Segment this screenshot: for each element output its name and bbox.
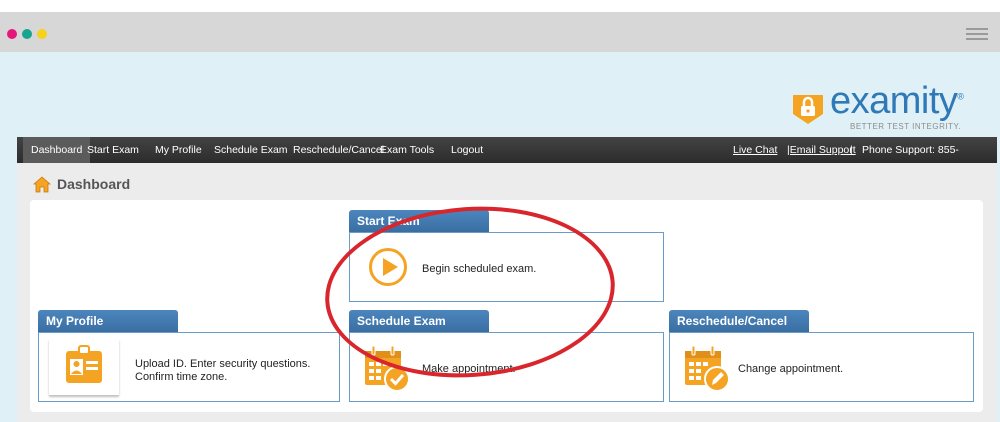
registered-mark: ® <box>957 91 964 102</box>
live-chat-link[interactable]: Live Chat <box>733 137 777 163</box>
nav-exam-tools[interactable]: Exam Tools <box>372 137 442 163</box>
logo-wordmark: examity <box>830 80 958 122</box>
main-nav: Dashboard Start Exam My Profile Schedule… <box>17 137 997 182</box>
start-exam-description: Begin scheduled exam. <box>422 263 537 275</box>
phone-support-text: Phone Support: 855-EXAMITY <box>862 144 959 182</box>
schedule-exam-card-title[interactable]: Schedule Exam <box>349 310 489 332</box>
cards-panel: Start Exam Begin scheduled exam. My Prof… <box>30 200 983 412</box>
start-exam-card[interactable]: Begin scheduled exam. <box>349 232 664 302</box>
id-card-icon[interactable] <box>65 345 103 385</box>
lock-shield-icon <box>793 95 823 124</box>
logo-tagline: BETTER TEST INTEGRITY. <box>850 122 962 131</box>
browser-titlebar <box>0 12 1000 52</box>
nav-my-profile[interactable]: My Profile <box>147 137 210 163</box>
start-exam-card-title[interactable]: Start Exam <box>349 210 489 232</box>
page-background: examity® BETTER TEST INTEGRITY. Dashboar… <box>0 52 1000 422</box>
my-profile-description: Upload ID. Enter security questions. Con… <box>135 358 311 383</box>
page-title: Dashboard <box>57 176 131 192</box>
schedule-exam-card[interactable]: Make appointment. <box>349 332 664 402</box>
reschedule-description: Change appointment. <box>738 363 844 375</box>
calendar-check-icon[interactable] <box>363 343 411 393</box>
nav-separator: | <box>850 144 853 156</box>
schedule-exam-description: Make appointment. <box>422 363 516 375</box>
hamburger-icon[interactable] <box>966 28 988 42</box>
minimize-dot-icon[interactable] <box>22 29 32 39</box>
play-icon[interactable] <box>368 247 408 287</box>
my-profile-card-title[interactable]: My Profile <box>38 310 178 332</box>
nav-schedule-exam[interactable]: Schedule Exam <box>206 137 296 163</box>
dashboard-header: Dashboard <box>33 175 130 193</box>
nav-start-exam[interactable]: Start Exam <box>79 137 147 163</box>
home-icon <box>33 175 51 192</box>
dashboard-content: Dashboard Start Exam Begin scheduled exa… <box>17 163 997 422</box>
nav-logout[interactable]: Logout <box>443 137 491 163</box>
close-dot-icon[interactable] <box>7 29 17 39</box>
my-profile-card[interactable]: Upload ID. Enter security questions. Con… <box>38 332 340 402</box>
maximize-dot-icon[interactable] <box>37 29 47 39</box>
calendar-edit-icon[interactable] <box>683 343 731 393</box>
examity-logo: examity® BETTER TEST INTEGRITY. <box>790 80 965 134</box>
email-support-link[interactable]: |Email Support <box>787 137 856 163</box>
reschedule-card-title[interactable]: Reschedule/Cancel <box>669 310 809 332</box>
reschedule-card[interactable]: Change appointment. <box>669 332 974 402</box>
